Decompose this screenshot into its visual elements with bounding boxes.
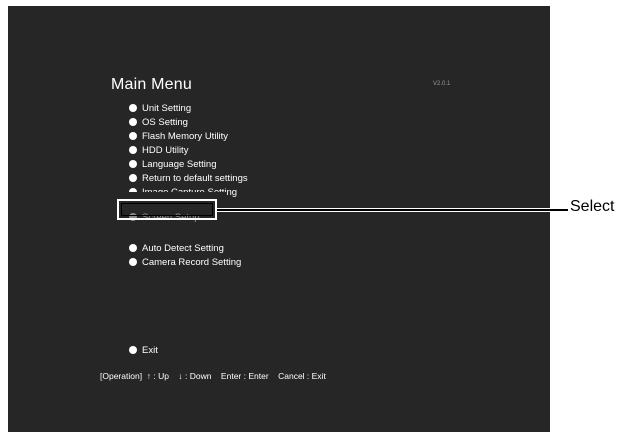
bullet-icon bbox=[129, 244, 137, 252]
callout-line bbox=[217, 208, 550, 212]
bullet-icon bbox=[129, 174, 137, 182]
menu-item-label: Language Setting bbox=[142, 158, 217, 170]
menu-item-label: HDD Utility bbox=[142, 144, 189, 156]
version-label: V2.0.1 bbox=[433, 81, 451, 87]
bullet-icon bbox=[129, 160, 137, 168]
menu-item-os-setting[interactable]: OS Setting bbox=[129, 116, 188, 128]
menu-item-language-setting[interactable]: Language Setting bbox=[129, 158, 216, 170]
menu-item-hdd-utility[interactable]: HDD Utility bbox=[129, 144, 188, 156]
menu-item-unit-setting[interactable]: Unit Setting bbox=[129, 102, 191, 114]
menu-item-label: Camera Record Setting bbox=[142, 256, 242, 268]
menu-item-return-to-default[interactable]: Return to default settings bbox=[129, 172, 248, 184]
bullet-icon bbox=[129, 258, 137, 266]
occlusion-strip bbox=[117, 192, 227, 198]
callout-line-extension bbox=[550, 209, 568, 211]
bullet-icon bbox=[129, 104, 137, 112]
menu-screen: Main Menu V2.0.1 Unit Setting OS Setting… bbox=[8, 6, 550, 432]
page-title: Main Menu bbox=[111, 76, 192, 93]
bullet-icon bbox=[129, 118, 137, 126]
bullet-icon bbox=[129, 132, 137, 140]
menu-item-label: Unit Setting bbox=[142, 102, 192, 114]
menu-item-label: Flash Memory Utility bbox=[142, 130, 229, 142]
selection-highlight bbox=[117, 199, 217, 220]
menu-item-auto-detect-setting[interactable]: Auto Detect Setting bbox=[129, 242, 224, 254]
menu-item-flash-memory-utility[interactable]: Flash Memory Utility bbox=[129, 130, 228, 142]
bullet-icon bbox=[129, 146, 137, 154]
menu-item-label: Exit bbox=[142, 344, 158, 356]
menu-item-label: Return to default settings bbox=[142, 172, 248, 184]
callout-label: Select bbox=[570, 198, 615, 215]
menu-item-label: OS Setting bbox=[142, 116, 188, 128]
operation-hint: [Operation] ↑ : Up ↓ : Down Enter : Ente… bbox=[100, 371, 326, 381]
menu-item-camera-record-setting[interactable]: Camera Record Setting bbox=[129, 256, 241, 268]
menu-item-exit[interactable]: Exit bbox=[129, 344, 158, 356]
bullet-icon bbox=[129, 346, 137, 354]
menu-item-label: Auto Detect Setting bbox=[142, 242, 224, 254]
